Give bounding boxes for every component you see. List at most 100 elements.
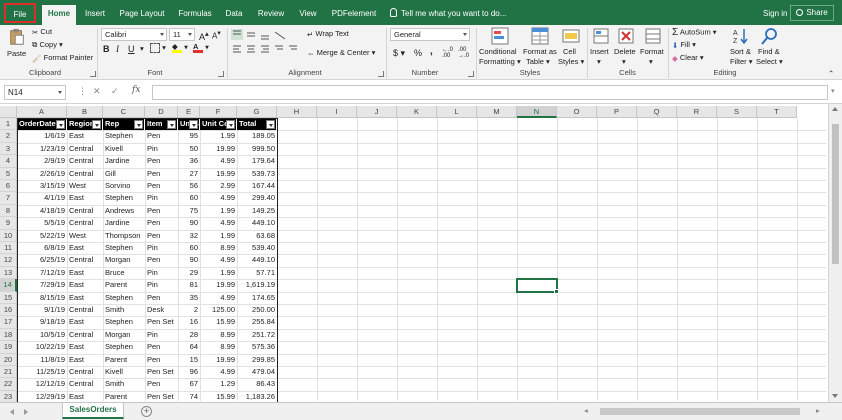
grow-font-button[interactable]: A▴: [199, 29, 209, 42]
column-header-q[interactable]: Q: [637, 106, 677, 118]
clear-button[interactable]: ◆ Clear ▾: [672, 53, 704, 63]
tab-page-layout[interactable]: Page Layout: [116, 5, 168, 25]
delete-cells-button[interactable]: Delete ▾: [614, 27, 638, 67]
fill-color-button[interactable]: ◆ ▾: [172, 42, 188, 53]
column-header-a[interactable]: A: [17, 106, 67, 118]
bold-button[interactable]: B: [103, 44, 110, 54]
font-size-select[interactable]: 11: [169, 28, 195, 41]
tab-home[interactable]: Home: [42, 5, 76, 25]
row-header-12[interactable]: 12: [0, 254, 17, 267]
column-header-n[interactable]: N: [517, 106, 557, 118]
tab-data[interactable]: Data: [222, 5, 246, 25]
cell-styles-button[interactable]: Cell Styles ▾: [558, 27, 584, 67]
scroll-thumb[interactable]: [832, 124, 839, 264]
row-header-11[interactable]: 11: [0, 242, 17, 255]
column-header-l[interactable]: L: [437, 106, 477, 118]
italic-button[interactable]: I: [116, 44, 119, 54]
format-as-table-button[interactable]: Format as Table ▾: [522, 27, 558, 67]
number-format-select[interactable]: General: [390, 28, 470, 41]
fill-handle[interactable]: [554, 288, 559, 294]
row-header-16[interactable]: 16: [0, 304, 17, 317]
row-header-18[interactable]: 18: [0, 328, 17, 342]
tell-me-search[interactable]: Tell me what you want to do...: [390, 5, 506, 23]
column-header-j[interactable]: J: [357, 106, 397, 118]
number-launcher[interactable]: [468, 71, 474, 77]
conditional-formatting-button[interactable]: Conditional Formatting ▾: [479, 27, 521, 67]
row-header-3[interactable]: 3: [0, 142, 17, 156]
shrink-font-button[interactable]: A▾: [212, 29, 221, 41]
underline-button[interactable]: U: [128, 44, 135, 54]
prev-sheet-icon[interactable]: [10, 409, 14, 415]
decrease-decimal-button[interactable]: .00 →.0: [458, 47, 469, 59]
percent-button[interactable]: %: [414, 48, 422, 58]
paste-button[interactable]: Paste: [4, 28, 30, 66]
merge-center-button[interactable]: ⇔ Merge & Center ▾: [307, 48, 375, 58]
row-header-10[interactable]: 10: [0, 229, 17, 242]
font-launcher[interactable]: [218, 71, 224, 77]
row-header-2[interactable]: 2: [0, 130, 17, 143]
insert-function-button[interactable]: fx: [132, 85, 140, 95]
row-header-5[interactable]: 5: [0, 167, 17, 180]
copy-button[interactable]: ⧉ Copy ▾: [32, 40, 63, 50]
alignment-launcher[interactable]: [378, 71, 384, 77]
column-header-i[interactable]: I: [317, 106, 357, 118]
clipboard-launcher[interactable]: [90, 71, 96, 77]
column-header-r[interactable]: R: [677, 106, 717, 118]
sort-filter-button[interactable]: AZ Sort & Filter ▾: [728, 27, 754, 67]
column-header-m[interactable]: M: [477, 106, 517, 118]
row-header-9[interactable]: 9: [0, 217, 17, 230]
row-header-20[interactable]: 20: [0, 353, 17, 366]
enter-icon[interactable]: ✓: [111, 86, 119, 97]
row-header-1[interactable]: 1: [0, 118, 17, 131]
next-sheet-icon[interactable]: [24, 409, 28, 415]
fill-button[interactable]: ⬇ Fill ▾: [672, 40, 696, 50]
comma-button[interactable]: ,: [430, 46, 433, 57]
share-button[interactable]: Share: [790, 5, 834, 21]
find-select-button[interactable]: Find & Select ▾: [756, 27, 784, 67]
tab-insert[interactable]: Insert: [80, 5, 110, 25]
column-header-d[interactable]: D: [145, 106, 178, 118]
column-header-e[interactable]: E: [178, 106, 200, 118]
sheet-scroll-right-icon[interactable]: ▸: [816, 406, 820, 415]
tab-file[interactable]: File: [4, 3, 36, 23]
underline-dropdown[interactable]: ▾: [140, 44, 144, 53]
column-header-b[interactable]: B: [67, 106, 103, 118]
horizontal-scrollbar[interactable]: [600, 408, 800, 415]
vertical-scrollbar[interactable]: [828, 104, 842, 402]
tab-pdfelement[interactable]: PDFelement: [330, 5, 378, 25]
column-header-h[interactable]: H: [277, 106, 317, 118]
row-header-17[interactable]: 17: [0, 316, 17, 329]
sign-in-link[interactable]: Sign in: [763, 5, 787, 23]
cut-button[interactable]: ✂ Cut: [32, 27, 52, 37]
wrap-text-button[interactable]: ↵ Wrap Text: [307, 29, 349, 39]
autosum-button[interactable]: Σ AutoSum ▾: [672, 27, 717, 38]
row-header-15[interactable]: 15: [0, 291, 17, 304]
format-cells-button[interactable]: Format ▾: [640, 27, 666, 67]
tab-view[interactable]: View: [294, 5, 322, 25]
insert-cells-button[interactable]: Insert ▾: [590, 27, 612, 67]
row-header-21[interactable]: 21: [0, 366, 17, 379]
increase-decimal-button[interactable]: ←.0.00: [442, 47, 453, 59]
row-header-13[interactable]: 13: [0, 266, 17, 280]
row-header-4[interactable]: 4: [0, 155, 17, 168]
tab-review[interactable]: Review: [254, 5, 288, 25]
column-header-p[interactable]: P: [597, 106, 637, 118]
column-header-f[interactable]: F: [200, 106, 237, 118]
tab-formulas[interactable]: Formulas: [174, 5, 216, 25]
scroll-down-icon[interactable]: [832, 394, 838, 398]
active-cell[interactable]: [516, 278, 559, 294]
row-header-22[interactable]: 22: [0, 378, 17, 391]
cancel-icon[interactable]: ✕: [93, 86, 101, 97]
select-all-button[interactable]: [0, 106, 17, 118]
sheet-tab-salesorders[interactable]: SalesOrders: [62, 403, 124, 419]
row-header-19[interactable]: 19: [0, 341, 17, 354]
font-color-button[interactable]: A ▾: [193, 42, 209, 53]
column-header-c[interactable]: C: [103, 106, 145, 118]
borders-button[interactable]: ▾: [150, 43, 166, 54]
row-header-7[interactable]: 7: [0, 192, 17, 205]
font-name-select[interactable]: Calibri: [101, 28, 167, 41]
column-header-o[interactable]: O: [557, 106, 597, 118]
column-header-g[interactable]: G: [237, 106, 277, 118]
format-painter-button[interactable]: 🖌 Format Painter: [32, 53, 93, 63]
currency-button[interactable]: $ ▾: [393, 48, 405, 59]
